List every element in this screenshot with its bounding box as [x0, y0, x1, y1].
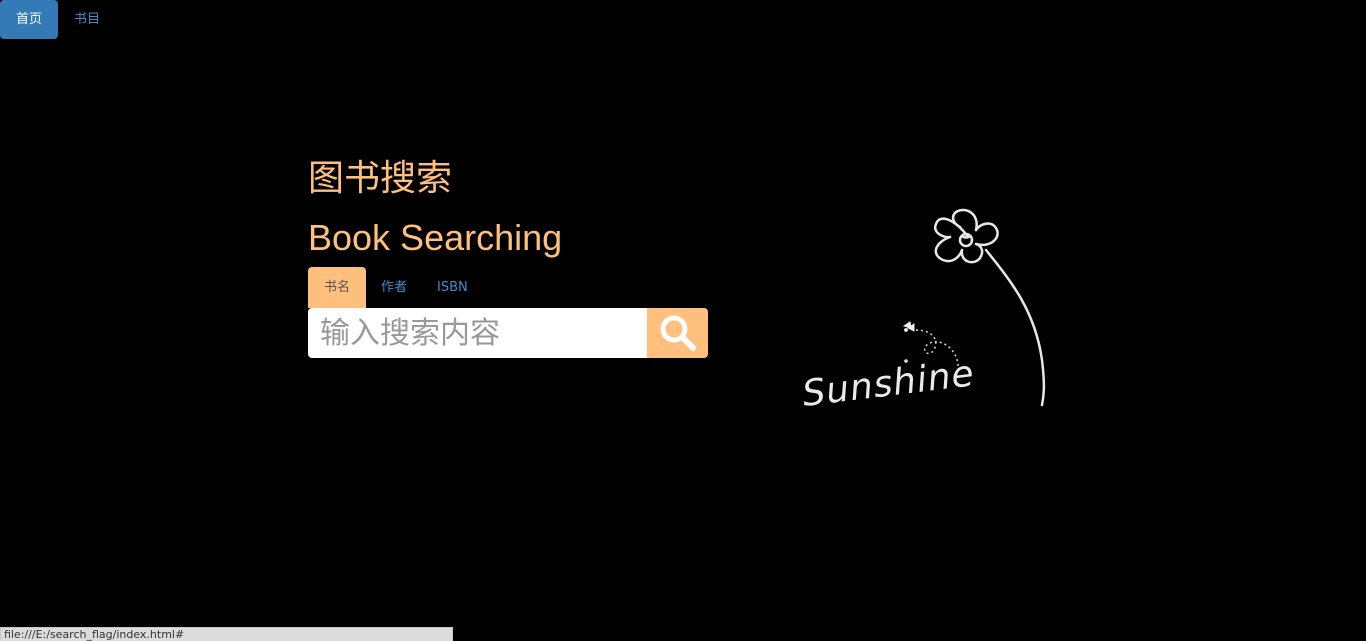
sunshine-doodle: Sunshine — [800, 208, 1046, 415]
butterfly-icon — [902, 321, 915, 332]
search-input[interactable] — [308, 308, 647, 358]
tab-isbn[interactable]: ISBN — [422, 267, 483, 308]
tab-author[interactable]: 作者 — [366, 267, 422, 308]
tab-book-title[interactable]: 书名 — [308, 267, 367, 308]
search-icon — [660, 315, 696, 351]
top-nav: 首页 书目 — [0, 0, 116, 40]
page: 首页 书目 图书搜索 Book Searching 书名 作者 ISBN 输入搜… — [0, 0, 1366, 641]
sunshine-text: Sunshine — [800, 353, 977, 415]
search-tabs: 书名 作者 ISBN — [308, 267, 483, 308]
page-title-en: Book Searching — [308, 217, 563, 258]
page-title-cn: 图书搜索 — [308, 158, 453, 199]
search-bar — [308, 308, 708, 358]
search-button[interactable] — [647, 308, 708, 358]
nav-item-home[interactable]: 首页 — [0, 0, 59, 39]
status-bar-url: file:///E:/search_flag/index.html# — [0, 627, 453, 641]
nav-item-catalog[interactable]: 书目 — [58, 0, 116, 39]
